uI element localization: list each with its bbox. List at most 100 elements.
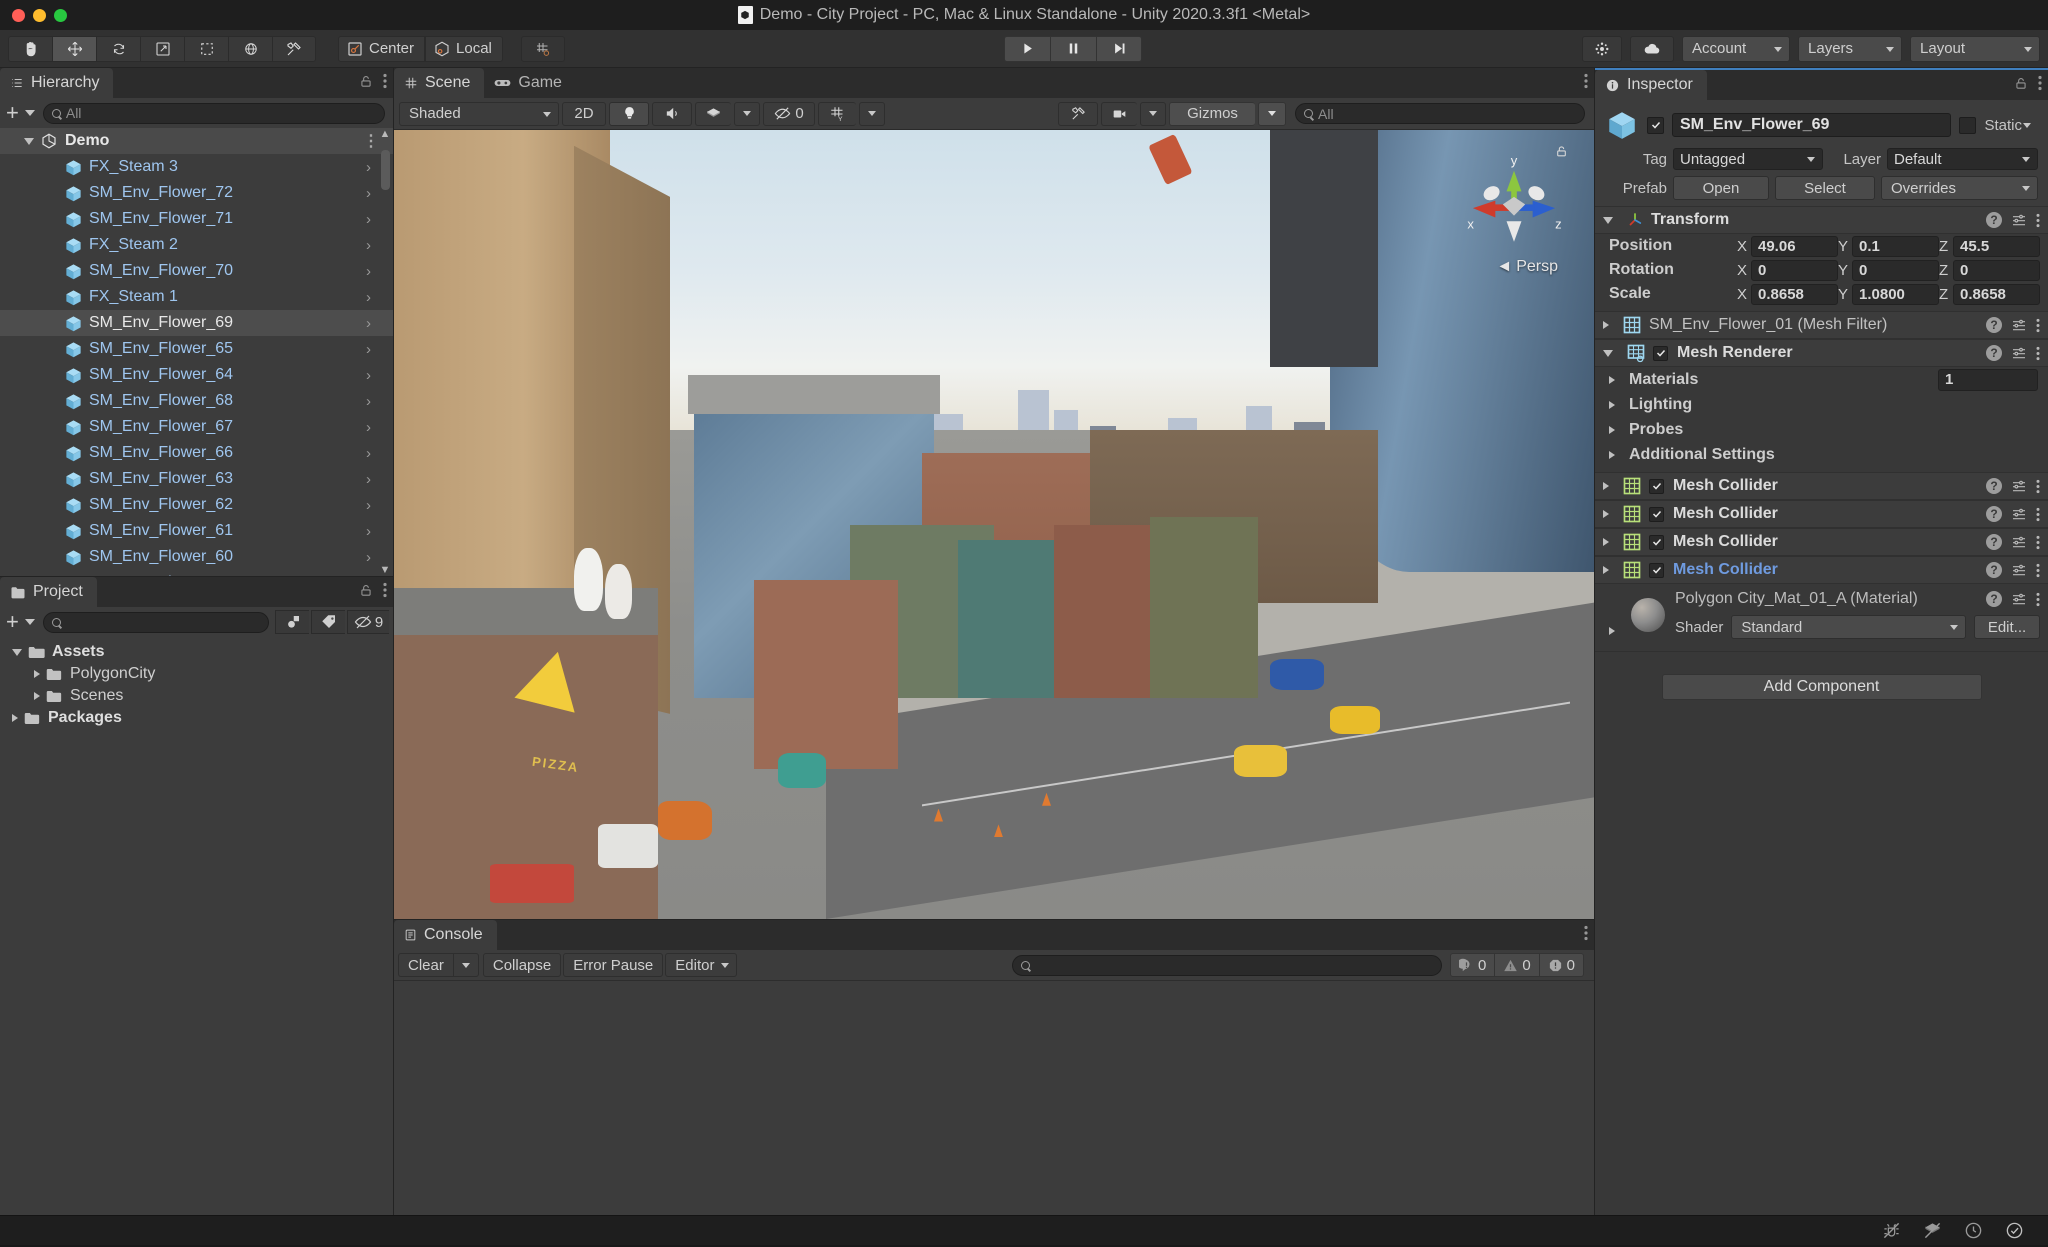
hierarchy-item[interactable]: SM_Env_Flower_64 › xyxy=(0,362,393,388)
collapse-arrow-icon[interactable] xyxy=(1609,375,1615,384)
hierarchy-scrollbar[interactable]: ▲ ▼ xyxy=(379,128,391,576)
expand-arrow-icon[interactable] xyxy=(24,137,34,145)
console-log-count[interactable]: 0 xyxy=(1449,953,1496,977)
collapse-arrow-icon[interactable] xyxy=(34,670,40,678)
mesh-collider-component-header[interactable]: Mesh Collider? xyxy=(1595,472,2048,500)
project-tree-item[interactable]: PolygonCity xyxy=(0,663,393,685)
hierarchy-item[interactable]: SM_Env_Flower_69 › xyxy=(0,310,393,336)
project-tree[interactable]: Assets PolygonCity Scenes Packages xyxy=(0,637,393,1215)
hierarchy-item[interactable]: SM_Env_Flower_67 › xyxy=(0,414,393,440)
transform-row[interactable]: Position X 49.06 Y 0.1 Z 45.5 xyxy=(1595,234,2048,258)
hierarchy-item[interactable]: SM_Env_Flower_70 › xyxy=(0,258,393,284)
layers-dropdown[interactable]: Layers xyxy=(1798,35,1903,62)
hierarchy-item[interactable]: SM_Env_Flower_63 › xyxy=(0,466,393,492)
axis-z-input[interactable]: 45.5 xyxy=(1953,235,2040,257)
window-controls[interactable] xyxy=(0,8,67,22)
help-icon[interactable]: ? xyxy=(1986,534,2002,550)
collapse-arrow-icon[interactable] xyxy=(1609,425,1615,434)
axis-z-input[interactable]: 0 xyxy=(1953,259,2040,281)
chevron-right-icon[interactable]: › xyxy=(366,497,371,514)
collapse-arrow-icon[interactable] xyxy=(1609,450,1615,459)
console-error-count[interactable]: 0 xyxy=(1539,953,1584,977)
help-icon[interactable]: ? xyxy=(1986,478,2002,494)
mesh-renderer-section[interactable]: Additional Settings xyxy=(1595,442,2048,467)
prefab-overrides-dropdown[interactable]: Overrides xyxy=(1881,176,2038,200)
lock-icon[interactable] xyxy=(359,583,373,598)
draw-mode-dropdown[interactable]: Shaded xyxy=(399,101,559,126)
preset-icon[interactable] xyxy=(2011,506,2027,522)
project-tree-item[interactable]: Packages xyxy=(0,707,393,729)
project-add-dropdown-icon[interactable] xyxy=(24,619,35,625)
hierarchy-add-button[interactable]: + xyxy=(4,101,21,125)
rotate-tool-button[interactable] xyxy=(96,35,140,62)
mesh-collider-component-header[interactable]: Mesh Collider? xyxy=(1595,528,2048,556)
no-bug-icon[interactable] xyxy=(1882,1221,1901,1240)
help-icon[interactable]: ? xyxy=(1986,506,2002,522)
scene-orientation-gizmo[interactable]: y x z xyxy=(1458,150,1570,270)
expand-arrow-icon[interactable] xyxy=(1603,321,1609,329)
hierarchy-item[interactable]: FX_Steam 2 › xyxy=(0,232,393,258)
scene-search-input[interactable]: All xyxy=(1295,103,1585,124)
scene-tools-button[interactable] xyxy=(1058,101,1098,126)
chevron-right-icon[interactable]: › xyxy=(366,471,371,488)
console-message-list[interactable] xyxy=(394,980,1594,1215)
layer-dropdown[interactable]: Default xyxy=(1887,148,2038,170)
gameobject-enabled-checkbox[interactable] xyxy=(1647,116,1664,134)
move-tool-button[interactable] xyxy=(52,35,96,62)
axis-y[interactable]: Y0 xyxy=(1838,259,1939,281)
static-checkbox[interactable] xyxy=(1959,116,1977,134)
axis-z[interactable]: Z 0.8658 xyxy=(1939,283,2040,305)
tag-dropdown[interactable]: Untagged xyxy=(1673,148,1823,170)
mesh-renderer-section[interactable]: Lighting xyxy=(1595,392,2048,417)
layout-dropdown[interactable]: Layout xyxy=(1910,35,2041,62)
collider-enabled-checkbox[interactable] xyxy=(1649,534,1664,550)
preset-icon[interactable] xyxy=(2011,478,2027,494)
static-dropdown[interactable]: Static xyxy=(1984,117,2038,134)
axis-x-input[interactable]: 0 xyxy=(1751,259,1838,281)
rect-tool-button[interactable] xyxy=(184,35,228,62)
scene-lighting-toggle[interactable] xyxy=(609,101,649,126)
component-menu-icon[interactable] xyxy=(2036,346,2040,361)
cloud-icon[interactable] xyxy=(1630,35,1675,62)
hand-tool-button[interactable] xyxy=(8,35,52,62)
hierarchy-add-dropdown-icon[interactable] xyxy=(24,110,35,116)
inspector-menu-icon[interactable] xyxy=(2038,75,2042,91)
material-header-icons[interactable]: ? xyxy=(1986,591,2040,607)
project-menu-icon[interactable] xyxy=(383,582,387,598)
custom-tool-button[interactable] xyxy=(272,35,316,62)
maximize-window-button[interactable] xyxy=(54,8,67,22)
mesh-renderer-header-icons[interactable]: ? xyxy=(1986,345,2040,361)
transform-tool-button[interactable] xyxy=(228,35,272,62)
chevron-right-icon[interactable]: › xyxy=(366,419,371,436)
component-menu-icon[interactable] xyxy=(2036,563,2040,578)
chevron-right-icon[interactable]: › xyxy=(366,445,371,462)
component-menu-icon[interactable] xyxy=(2036,592,2040,607)
project-tree-item[interactable]: Assets xyxy=(0,641,393,663)
material-component-header[interactable]: Polygon City_Mat_01_A (Material) ? Shade… xyxy=(1595,584,2048,643)
mesh-collider-component-header[interactable]: Mesh Collider? xyxy=(1595,556,2048,584)
expand-arrow-icon[interactable] xyxy=(12,648,22,656)
pivot-mode-button[interactable]: Center xyxy=(338,35,426,62)
preset-icon[interactable] xyxy=(2011,534,2027,550)
axis-z[interactable]: Z 45.5 xyxy=(1939,235,2040,257)
play-button[interactable] xyxy=(1004,35,1051,62)
expand-arrow-icon[interactable] xyxy=(1603,538,1609,546)
gizmos-dropdown[interactable] xyxy=(1258,101,1286,126)
no-layers-icon[interactable] xyxy=(1923,1221,1942,1240)
axis-z-input[interactable]: 0.8658 xyxy=(1953,283,2040,305)
pivot-rotation-button[interactable]: Local xyxy=(425,35,503,62)
axis-x-input[interactable]: 0.8658 xyxy=(1751,283,1838,305)
hierarchy-item[interactable]: SM_Env_Flower_60 › xyxy=(0,544,393,570)
prefab-open-button[interactable]: Open xyxy=(1673,176,1769,200)
preset-icon[interactable] xyxy=(2011,317,2027,333)
tab-project[interactable]: Project xyxy=(0,577,97,607)
filter-by-type-icon[interactable] xyxy=(275,610,309,634)
tab-game[interactable]: Game xyxy=(484,68,576,98)
axis-x-input[interactable]: 49.06 xyxy=(1751,235,1838,257)
console-collapse-toggle[interactable]: Collapse xyxy=(482,953,562,977)
scroll-up-arrow-icon[interactable]: ▲ xyxy=(380,128,391,140)
scene-fx-dropdown[interactable] xyxy=(734,101,760,126)
hierarchy-item[interactable]: SM_Env_Flower_62 › xyxy=(0,492,393,518)
console-clear-dropdown[interactable] xyxy=(452,953,479,977)
chevron-right-icon[interactable]: › xyxy=(366,159,371,176)
